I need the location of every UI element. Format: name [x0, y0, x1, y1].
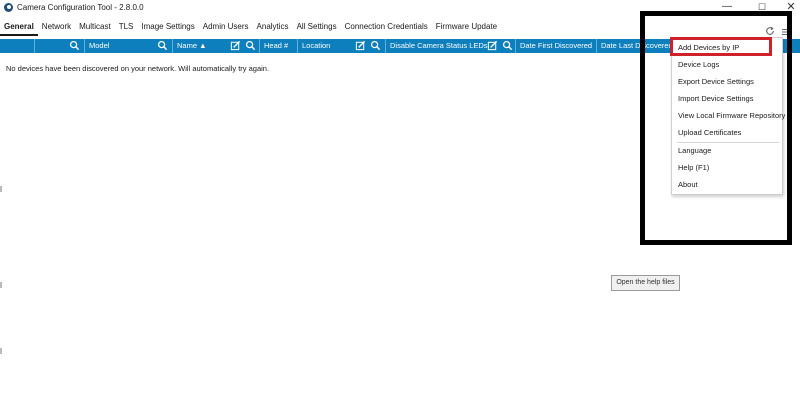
column-label-model: Model	[89, 41, 110, 50]
column-header-name[interactable]: Name ▲	[172, 39, 260, 53]
column-header-date-first[interactable]: Date First Discovered	[515, 39, 597, 53]
window-edge-mark	[0, 282, 2, 288]
column-header-location[interactable]: Location	[297, 39, 386, 53]
tab-general[interactable]: General	[0, 20, 38, 36]
open-help-button[interactable]: Open the help files	[611, 275, 680, 291]
search-icon[interactable]	[157, 40, 168, 51]
search-icon[interactable]	[370, 40, 381, 51]
tab-network[interactable]: Network	[38, 20, 75, 36]
window-edge-mark	[0, 186, 2, 192]
tab-admin-users[interactable]: Admin Users	[199, 20, 253, 36]
maximize-button[interactable]: ☐	[747, 0, 777, 16]
tab-all-settings[interactable]: All Settings	[293, 20, 341, 36]
tab-connection-credentials[interactable]: Connection Credentials	[341, 20, 432, 36]
column-label-location: Location	[302, 41, 331, 50]
menu-item-import-device-settings[interactable]: Import Device Settings	[678, 94, 753, 103]
column-label-date-first: Date First Discovered	[520, 41, 593, 50]
menu-item-export-device-settings[interactable]: Export Device Settings	[678, 77, 754, 86]
edit-icon[interactable]	[355, 40, 366, 51]
column-label-name: Name ▲	[177, 41, 207, 50]
menu-item-add-devices-by-ip[interactable]: Add Devices by IP	[678, 43, 739, 52]
menu-item-upload-certificates[interactable]: Upload Certificates	[678, 128, 741, 137]
menu-item-about[interactable]: About	[678, 180, 698, 189]
tab-bar: General Network Multicast TLS Image Sett…	[0, 20, 501, 36]
column-header-head[interactable]: Head #	[259, 39, 298, 53]
tab-firmware-update[interactable]: Firmware Update	[432, 20, 501, 36]
column-header-model[interactable]: Model	[84, 39, 173, 53]
menu-separator	[677, 142, 779, 143]
menu-item-language[interactable]: Language	[678, 146, 711, 155]
search-icon[interactable]	[245, 40, 256, 51]
window-title: Camera Configuration Tool - 2.8.0.0	[17, 3, 144, 12]
title-bar: Camera Configuration Tool - 2.8.0.0 — ☐ …	[0, 0, 800, 16]
tab-tls[interactable]: TLS	[115, 20, 138, 36]
tab-analytics[interactable]: Analytics	[253, 20, 293, 36]
refresh-icon[interactable]	[765, 23, 775, 35]
app-logo-icon	[4, 3, 13, 12]
hamburger-menu-icon[interactable]	[782, 23, 790, 35]
window-edge-mark	[0, 348, 2, 354]
column-label-disable-leds: Disable Camera Status LEDs	[390, 41, 488, 50]
column-header-disable-leds[interactable]: Disable Camera Status LEDs	[385, 39, 516, 53]
minimize-button[interactable]: —	[712, 0, 742, 16]
column-header-select[interactable]	[0, 39, 34, 53]
close-button[interactable]: ✕	[776, 0, 800, 16]
options-dropdown-menu: Add Devices by IP Device Logs Export Dev…	[671, 37, 785, 195]
edit-icon[interactable]	[487, 40, 498, 51]
column-label-head: Head #	[264, 41, 289, 50]
tab-image-settings[interactable]: Image Settings	[137, 20, 198, 36]
search-icon[interactable]	[69, 40, 80, 51]
edit-icon[interactable]	[230, 40, 241, 51]
column-header-filter[interactable]	[34, 39, 85, 53]
tab-multicast[interactable]: Multicast	[75, 20, 115, 36]
search-icon[interactable]	[502, 40, 513, 51]
empty-state-message: No devices have been discovered on your …	[6, 64, 270, 73]
column-label-date-last: Date Last Discovered	[601, 41, 673, 50]
menu-item-device-logs[interactable]: Device Logs	[678, 60, 719, 69]
menu-item-view-local-firmware-repository[interactable]: View Local Firmware Repository	[678, 111, 785, 120]
menu-item-help[interactable]: Help (F1)	[678, 163, 709, 172]
